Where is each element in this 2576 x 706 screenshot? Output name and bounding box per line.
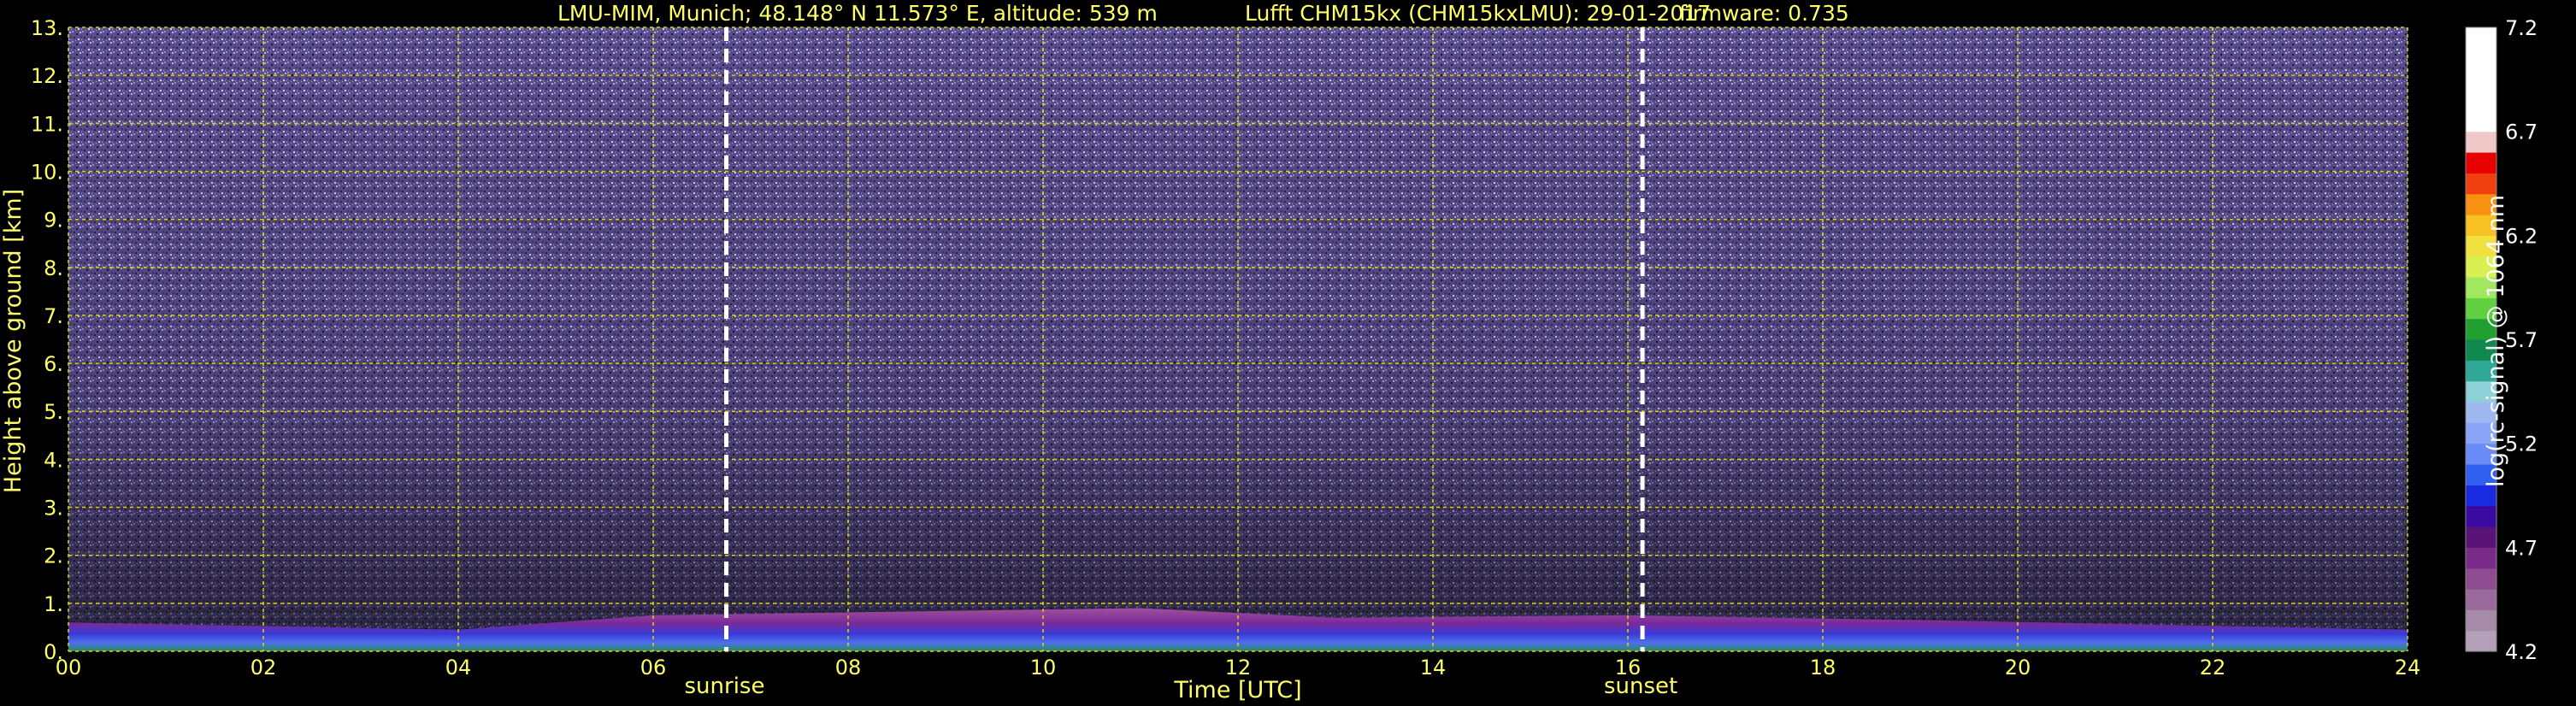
colorbar-segment: [2466, 547, 2496, 569]
chart-title-firmware: firmware: 0.735: [1679, 1, 1849, 26]
colorbar-segment: [2466, 68, 2496, 91]
x-tick-labels: 00 02 04 06 08 10 12 14 16 18 20 22 24: [56, 656, 2421, 680]
y-tick-label: 7.: [44, 304, 63, 328]
colorbar-tick-label: 6.7: [2505, 121, 2538, 144]
colorbar-segment: [2466, 48, 2496, 70]
x-tick-label: 22: [2200, 656, 2226, 680]
y-tick-label: 11.: [31, 112, 63, 136]
colorbar-segment: [2466, 609, 2496, 632]
y-axis-label: Height above ground [km]: [0, 189, 27, 493]
x-tick-label: 02: [251, 656, 277, 680]
y-tick-label: 13.: [31, 16, 63, 40]
y-tick-label: 9.: [44, 209, 63, 232]
colorbar-segment: [2466, 485, 2496, 507]
colorbar-segment: [2466, 90, 2496, 111]
y-tick-label: 8.: [44, 256, 63, 280]
x-tick-label: 20: [2005, 656, 2031, 680]
colorbar-segment: [2466, 589, 2496, 610]
y-tick-label: 12.: [31, 64, 63, 88]
x-tick-label: 00: [56, 656, 82, 680]
y-tick-label: 10.: [31, 160, 63, 184]
x-tick-label: 04: [445, 656, 472, 680]
x-tick-label: 12: [1225, 656, 1252, 680]
colorbar-tick-label: 4.7: [2505, 536, 2538, 560]
colorbar-tick-label: 5.2: [2505, 432, 2538, 456]
sunset-label: sunset: [1604, 674, 1677, 699]
colorbar-segment: [2466, 630, 2496, 652]
x-tick-label: 14: [1420, 656, 1447, 680]
colorbar-tick-label: 5.7: [2505, 328, 2538, 352]
chart-title-instrument: Lufft CHM15kx (CHM15kxLMU): 29-01-2017: [1245, 1, 1711, 26]
x-tick-label: 06: [640, 656, 667, 680]
colorbar-segment: [2466, 152, 2496, 174]
x-tick-label: 08: [835, 656, 862, 680]
chart-title-station: LMU-MIM, Munich; 48.148° N 11.573° E, al…: [557, 1, 1158, 26]
colorbar-segment: [2466, 505, 2496, 527]
colorbar-segment: [2466, 27, 2496, 49]
colorbar-segment: [2466, 527, 2496, 548]
colorbar-segment: [2466, 173, 2496, 195]
colorbar-segment: [2466, 568, 2496, 590]
y-tick-label: 3.: [44, 497, 63, 521]
y-tick-label: 5.: [44, 400, 63, 424]
colorbar-segment: [2466, 131, 2496, 153]
ceilometer-chart: 0.1.2.3.4.5.6.7.8.9.10.11.12.13. 00 02 04 0…: [0, 1, 2538, 703]
colorbar-label: log(rc-signal) @ 1064 nm: [2483, 195, 2509, 487]
y-tick-labels: 0.1.2.3.4.5.6.7.8.9.10.11.12.13.: [31, 16, 63, 664]
signal-fade: [68, 27, 2408, 651]
y-tick-label: 4.: [44, 448, 63, 472]
x-axis-label: Time [UTC]: [1173, 677, 1301, 703]
x-tick-label: 18: [1810, 656, 1836, 680]
colorbar-tick-label: 7.2: [2505, 16, 2538, 40]
plot-area: [68, 26, 2408, 652]
y-tick-label: 6.: [44, 352, 63, 376]
colorbar-tick-labels: 4.2 4.7 5.2 5.7 6.2 6.7 7.2: [2505, 16, 2538, 664]
y-tick-label: 2.: [44, 544, 63, 568]
sunrise-label: sunrise: [685, 674, 765, 699]
colorbar-tick-label: 6.2: [2505, 224, 2538, 248]
colorbar-tick-label: 4.2: [2505, 640, 2538, 664]
y-tick-label: 1.: [44, 592, 63, 616]
colorbar-segment: [2466, 110, 2496, 132]
x-tick-label: 10: [1030, 656, 1057, 680]
x-tick-label: 24: [2395, 656, 2421, 680]
